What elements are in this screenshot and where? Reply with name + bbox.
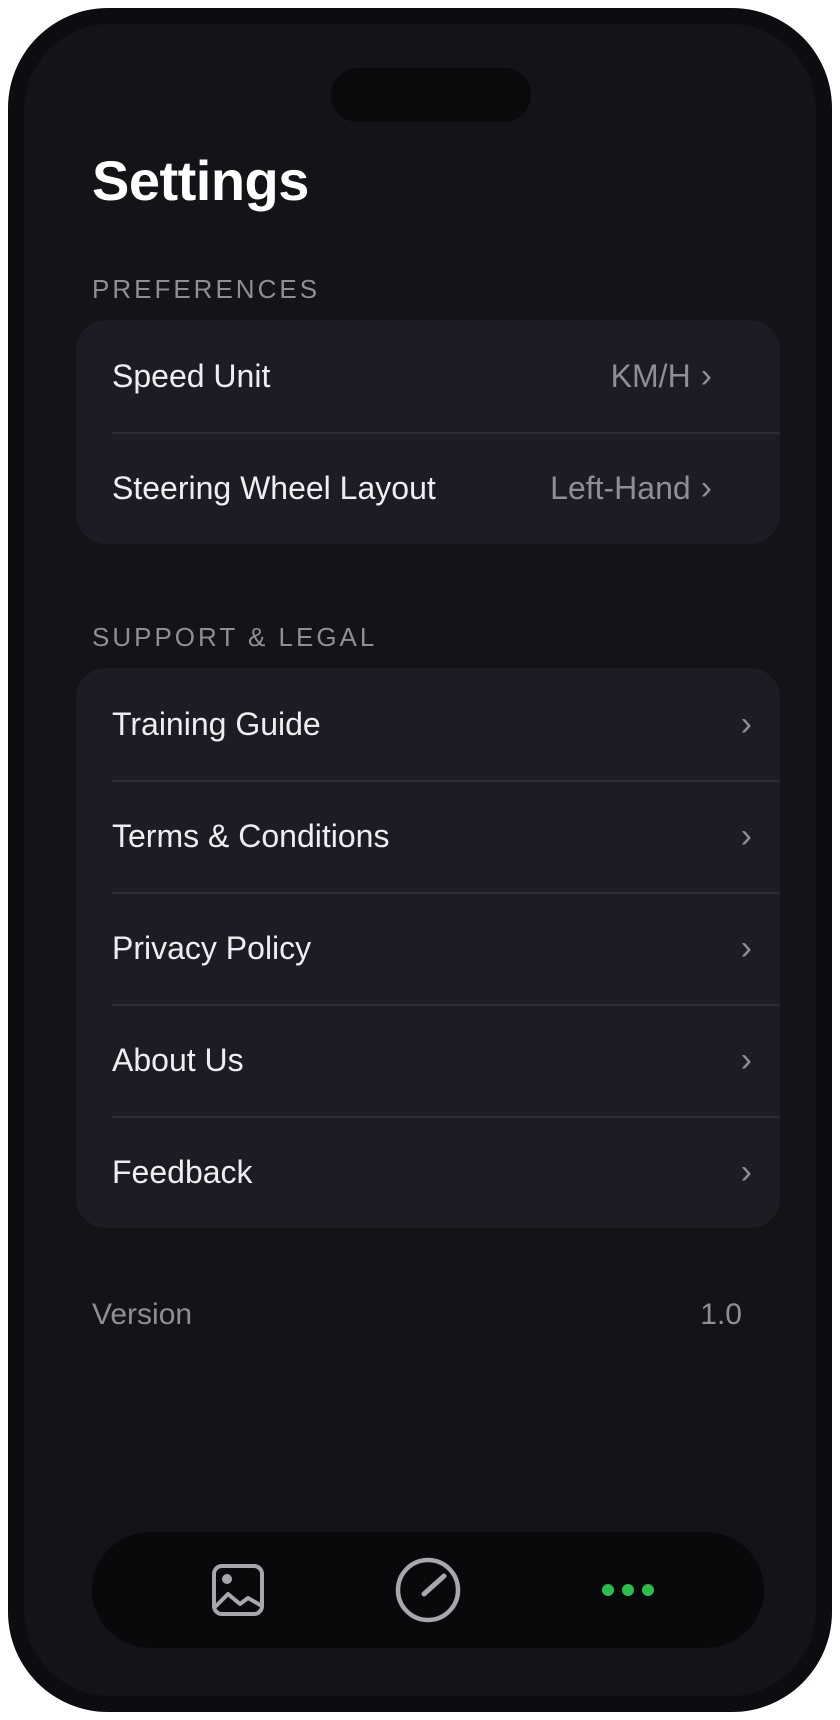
chevron-right-icon: › (740, 928, 752, 967)
more-dots-icon (602, 1584, 654, 1596)
about-us-row[interactable]: About Us › (76, 1004, 780, 1116)
dynamic-island (331, 68, 531, 122)
terms-conditions-row[interactable]: Terms & Conditions › (76, 780, 780, 892)
gallery-icon (212, 1564, 264, 1616)
chevron-right-icon: › (740, 816, 752, 855)
training-guide-row[interactable]: Training Guide › (76, 668, 780, 780)
steering-wheel-layout-row[interactable]: Steering Wheel Layout Left-Hand › (76, 432, 780, 544)
feedback-label: Feedback (112, 1153, 253, 1190)
steering-wheel-layout-value: Left-Hand (550, 469, 691, 506)
speed-unit-label: Speed Unit (112, 357, 271, 394)
tab-gallery[interactable] (178, 1532, 298, 1648)
speed-unit-value: KM/H (610, 357, 691, 394)
feedback-row[interactable]: Feedback › (76, 1116, 780, 1228)
steering-wheel-layout-label: Steering Wheel Layout (112, 469, 436, 506)
tab-speedometer[interactable] (368, 1532, 488, 1648)
bottom-tab-bar (92, 1532, 764, 1648)
speedometer-icon (395, 1557, 461, 1623)
preferences-card: Speed Unit KM/H › Steering Wheel Layout … (76, 320, 780, 544)
terms-conditions-label: Terms & Conditions (112, 817, 390, 854)
version-value: 1.0 (700, 1298, 742, 1331)
phone-frame: Settings PREFERENCES Speed Unit KM/H › S… (8, 8, 832, 1712)
chevron-right-icon: › (700, 356, 712, 395)
screen: Settings PREFERENCES Speed Unit KM/H › S… (36, 36, 804, 1684)
section-header-support-legal: SUPPORT & LEGAL (92, 622, 378, 652)
about-us-label: About Us (112, 1041, 244, 1078)
training-guide-label: Training Guide (112, 705, 321, 742)
speed-unit-row[interactable]: Speed Unit KM/H › (76, 320, 780, 432)
chevron-right-icon: › (740, 1152, 752, 1191)
chevron-right-icon: › (700, 468, 712, 507)
section-header-preferences: PREFERENCES (92, 274, 321, 304)
support-legal-card: Training Guide › Terms & Conditions › Pr… (76, 668, 780, 1228)
version-row: Version 1.0 (92, 1298, 742, 1332)
privacy-policy-label: Privacy Policy (112, 929, 312, 966)
chevron-right-icon: › (740, 704, 752, 743)
privacy-policy-row[interactable]: Privacy Policy › (76, 892, 780, 1004)
chevron-right-icon: › (740, 1040, 752, 1079)
page-title: Settings (92, 149, 309, 212)
version-label: Version (92, 1298, 193, 1331)
tab-more[interactable] (568, 1532, 688, 1648)
